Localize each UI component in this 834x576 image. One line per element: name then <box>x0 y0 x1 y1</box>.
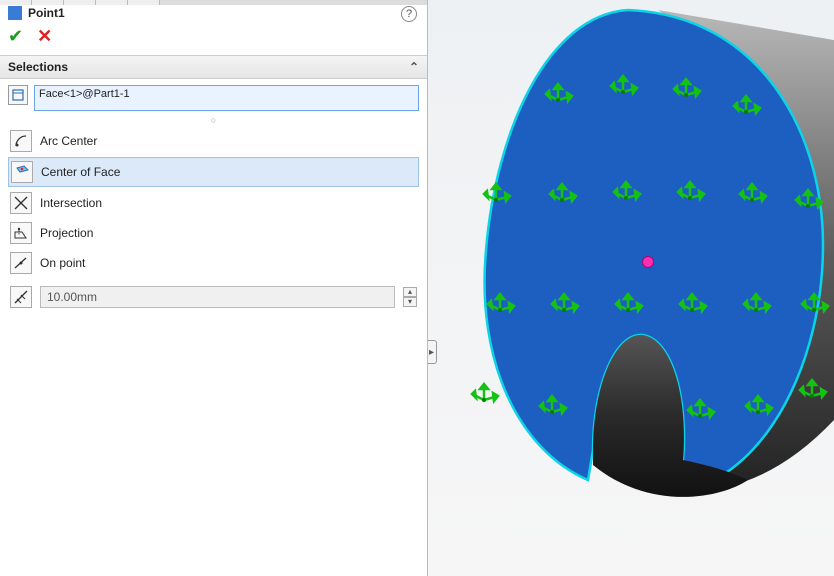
graphics-viewport[interactable]: ▸ <box>428 0 834 576</box>
spinner-down[interactable]: ▾ <box>403 297 417 307</box>
center-of-face-icon <box>11 161 33 183</box>
option-label: Center of Face <box>41 165 120 179</box>
dimension-icon <box>10 286 32 308</box>
dimension-spinner: ▴ ▾ <box>403 287 417 307</box>
face-selection-icon[interactable] <box>8 85 28 105</box>
confirm-row: ✔ ✕ <box>0 22 427 56</box>
model-scene <box>428 0 834 576</box>
option-arc-center[interactable]: Arc Center <box>8 127 419 155</box>
on-point-icon <box>10 252 32 274</box>
intersection-icon <box>10 192 32 214</box>
panel-header: Point1 ? <box>0 0 427 22</box>
cancel-button[interactable]: ✕ <box>37 26 52 47</box>
option-label: On point <box>40 256 85 270</box>
panel-collapse-tab[interactable]: ▸ <box>428 340 437 364</box>
selection-row: Face<1>@Part1-1 <box>8 85 419 111</box>
option-label: Arc Center <box>40 134 97 148</box>
help-icon[interactable]: ? <box>401 6 417 22</box>
center-point <box>643 257 654 268</box>
resize-grip-icon[interactable]: ○ <box>8 115 419 125</box>
selections-section-header[interactable]: Selections ⌃ <box>0 56 427 79</box>
selection-list[interactable]: Face<1>@Part1-1 <box>34 85 419 111</box>
selection-item: Face<1>@Part1-1 <box>39 88 130 100</box>
selections-body: Face<1>@Part1-1 ○ Arc Center Center of F… <box>0 79 427 321</box>
option-label: Projection <box>40 226 93 240</box>
option-center-of-face[interactable]: Center of Face <box>8 157 419 187</box>
projection-icon <box>10 222 32 244</box>
option-intersection[interactable]: Intersection <box>8 189 419 217</box>
option-label: Intersection <box>40 196 102 210</box>
section-label: Selections <box>8 60 68 74</box>
option-projection[interactable]: Projection <box>8 219 419 247</box>
dimension-input[interactable] <box>40 286 395 308</box>
property-manager-panel: Point1 ? ✔ ✕ Selections ⌃ Face<1>@Part1-… <box>0 0 428 576</box>
ok-button[interactable]: ✔ <box>8 26 23 47</box>
point-feature-icon <box>8 6 22 20</box>
spinner-up[interactable]: ▴ <box>403 287 417 297</box>
chevron-up-icon: ⌃ <box>409 60 419 74</box>
feature-title: Point1 <box>28 6 65 20</box>
option-on-point[interactable]: On point <box>8 249 419 277</box>
dimension-row: ▴ ▾ <box>8 283 419 311</box>
arc-center-icon <box>10 130 32 152</box>
